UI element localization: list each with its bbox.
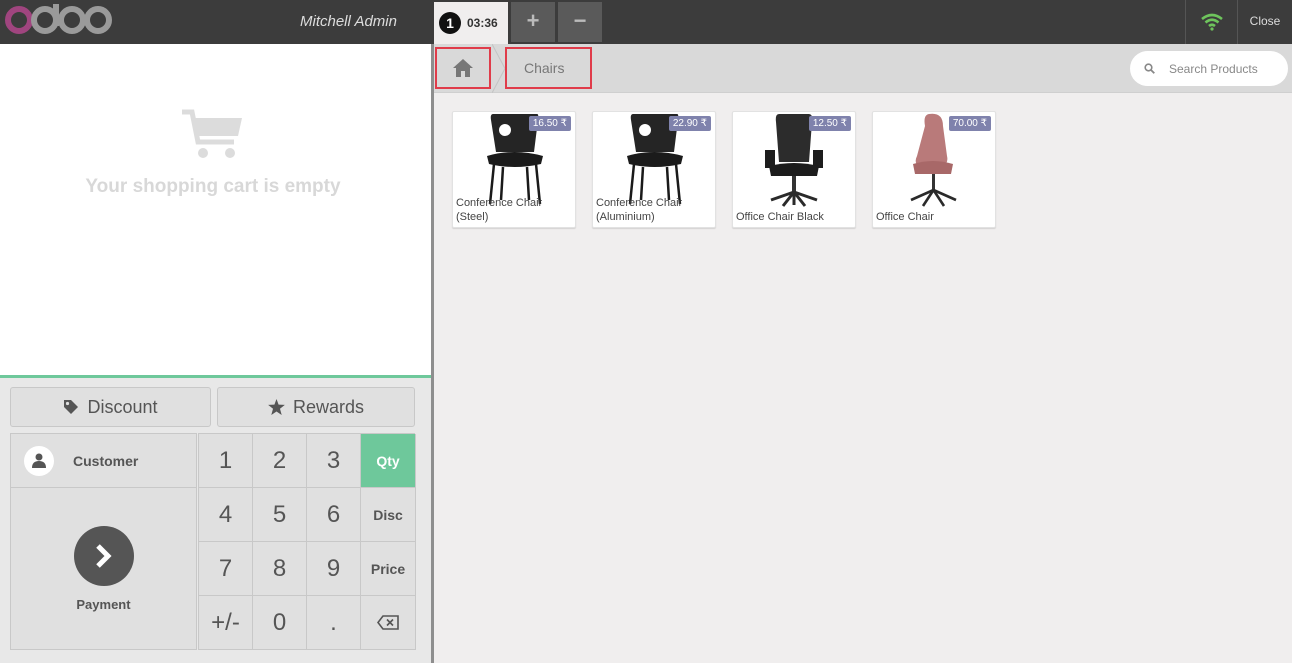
home-icon [453,59,473,77]
numpad-key-7[interactable]: 7 [199,542,253,596]
order-cart: Your shopping cart is empty [0,44,431,375]
discount-label: Discount [87,396,158,417]
search-input[interactable] [1169,61,1279,76]
user-icon [32,453,46,468]
product-name: Conference Chair (Aluminium) [596,197,683,223]
numpad-key-9[interactable]: 9 [307,542,361,596]
product-price: 12.50 ₹ [808,116,851,131]
mode-qty-button[interactable]: Qty [361,434,416,488]
payment-label: Payment [76,597,131,612]
order-time: 03:36 [467,16,498,30]
remove-order-button[interactable]: − [558,2,602,42]
numpad-key-plus-minus[interactable]: +/- [199,596,253,650]
top-header: Mitchell Admin 1 03:36 + − Close [0,0,1292,44]
breadcrumb-separator [492,44,506,93]
discount-button[interactable]: Discount [10,387,211,427]
product-price: 22.90 ₹ [668,116,711,131]
payment-button[interactable]: Payment [11,489,196,649]
chevron-right-icon [96,544,112,568]
numpad-key-8[interactable]: 8 [253,542,307,596]
numpad-key-4[interactable]: 4 [199,488,253,542]
product-card[interactable]: 22.90 ₹ Conference Chair (Aluminium) [592,111,716,228]
customer-button[interactable]: Customer [11,434,196,488]
product-name: Office Chair [876,211,934,223]
add-order-button[interactable]: + [511,2,555,42]
order-pane: Your shopping cart is empty Discount Rew… [0,44,434,663]
empty-cart-message: Your shopping cart is empty [85,176,341,197]
numpad-key-5[interactable]: 5 [253,488,307,542]
product-card[interactable]: 16.50 ₹ Conference Chair (Steel) [452,111,576,228]
avatar [24,445,54,476]
tag-icon [64,400,79,414]
close-button[interactable]: Close [1237,0,1292,44]
actionpad: Customer Payment [10,433,197,650]
connection-status[interactable] [1185,0,1237,44]
order-number: 1 [439,12,461,34]
backspace-button[interactable] [361,596,416,650]
product-card[interactable]: 12.50 ₹ Office Chair Black [732,111,856,228]
rewards-label: Rewards [292,396,365,417]
numpad-key-decimal[interactable]: . [307,596,361,650]
mode-disc-button[interactable]: Disc [361,488,416,542]
search-icon [1144,63,1155,74]
customer-label: Customer [73,452,139,469]
mode-price-button[interactable]: Price [361,542,416,596]
star-icon [268,399,285,415]
product-name: Conference Chair (Steel) [456,197,543,223]
shopping-cart-icon [182,109,242,158]
wifi-icon [1200,13,1223,31]
breadcrumb: Chairs [434,44,1292,93]
category-breadcrumb[interactable]: Chairs [505,47,592,89]
numpad-key-0[interactable]: 0 [253,596,307,650]
numpad-key-6[interactable]: 6 [307,488,361,542]
username: Mitchell Admin [300,13,397,30]
product-list: 16.50 ₹ Conference Chair (Steel) 22.90 ₹… [434,93,1292,663]
order-tab[interactable]: 1 03:36 [434,2,508,44]
home-breadcrumb[interactable] [435,47,491,89]
search-box[interactable] [1130,51,1288,86]
product-card[interactable]: 70.00 ₹ Office Chair [872,111,996,228]
numpad: 1 2 3 Qty 4 5 6 Disc 7 8 9 Price +/- 0 . [198,433,416,650]
product-price: 16.50 ₹ [528,116,571,131]
payment-circle [74,526,134,586]
numpad-key-3[interactable]: 3 [307,434,361,488]
control-panel: Discount Rewards Customer Payment 1 2 3 … [0,375,431,663]
numpad-key-2[interactable]: 2 [253,434,307,488]
product-price: 70.00 ₹ [948,116,991,131]
product-name: Office Chair Black [736,211,824,223]
rewards-button[interactable]: Rewards [217,387,415,427]
odoo-logo [4,3,112,37]
backspace-icon [377,615,399,630]
numpad-key-1[interactable]: 1 [199,434,253,488]
